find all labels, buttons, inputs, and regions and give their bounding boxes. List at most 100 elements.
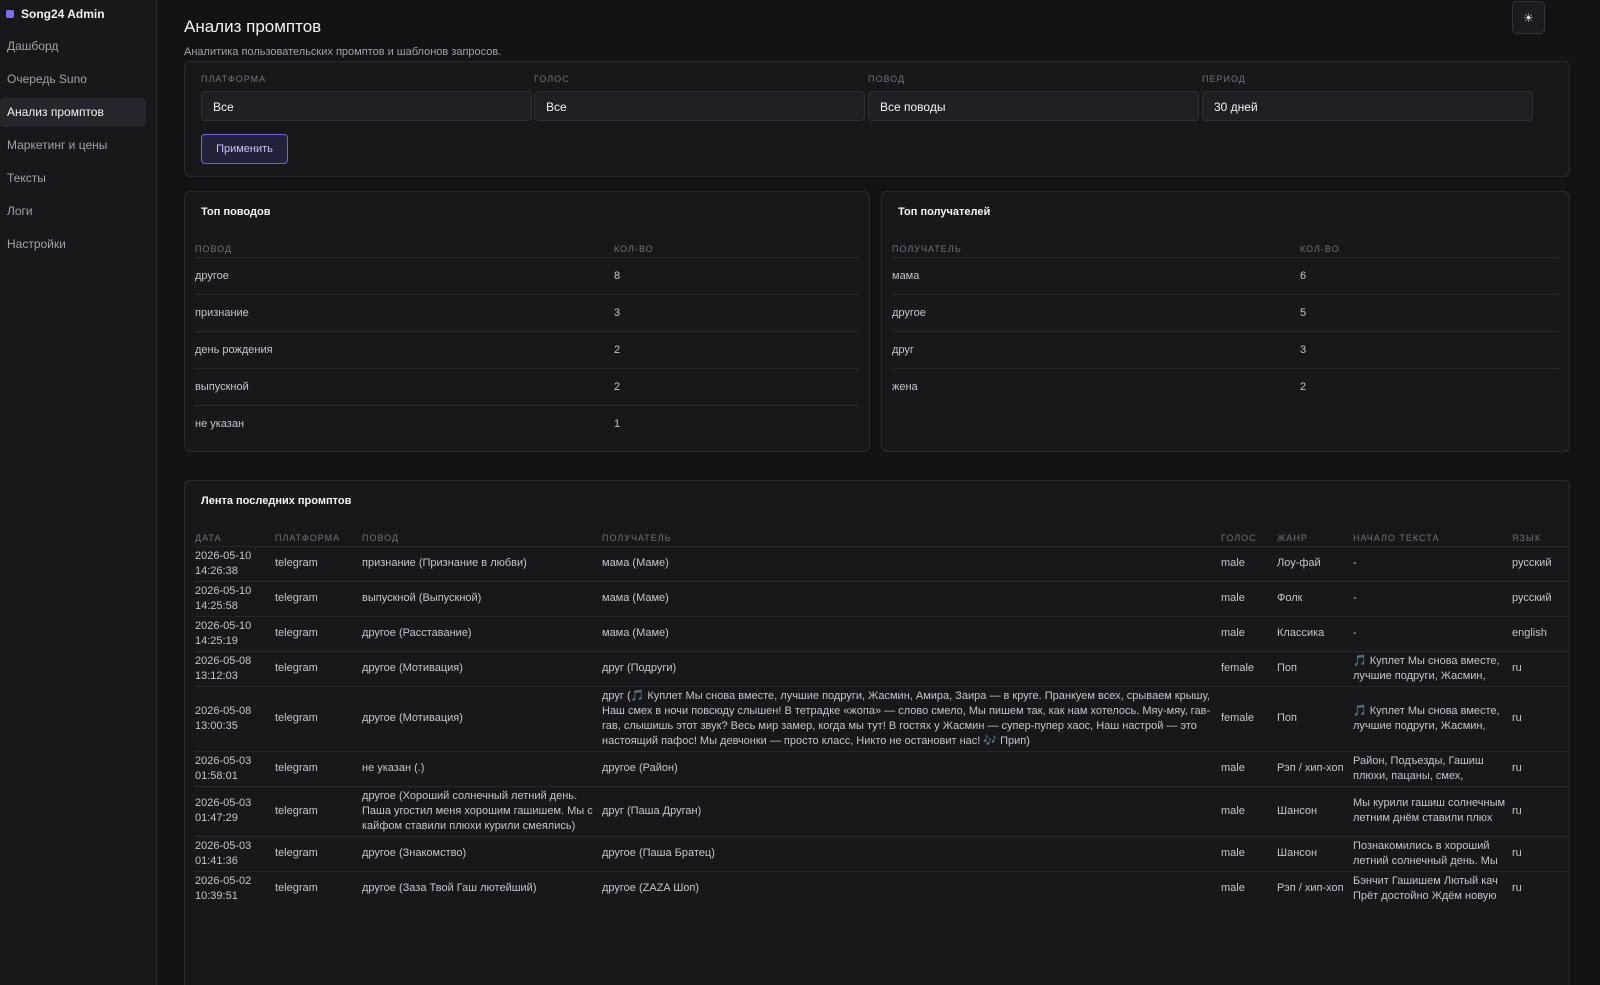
- occasion-select[interactable]: Все поводы: [868, 91, 1199, 121]
- recipient-cell: мама: [892, 256, 1300, 294]
- occasion-filter-label: Повод: [868, 74, 906, 84]
- brand-logo-icon: [6, 10, 14, 18]
- count-cell: 8: [614, 256, 859, 294]
- table-row: признание 3: [195, 293, 859, 331]
- occasion-cell: другое (Расставание): [362, 615, 602, 651]
- date-cell: 2026-05-08 13:00:35: [195, 685, 275, 751]
- occasion-cell: другое (Хороший солнечный летний день. П…: [362, 785, 602, 836]
- column-header-recipient: Получатель: [602, 532, 672, 543]
- genre-cell: Поп: [1277, 650, 1353, 686]
- apply-button[interactable]: Применить: [201, 134, 288, 164]
- voice-cell: male: [1221, 580, 1277, 616]
- occasion-cell: выпускной (Выпускной): [362, 580, 602, 616]
- recipient-cell: друг: [892, 330, 1300, 368]
- platform-filter-label: Платформа: [201, 74, 267, 84]
- count-cell: 1: [614, 404, 859, 442]
- occasion-cell: выпускной: [195, 367, 614, 405]
- recipient-cell: другое: [892, 293, 1300, 331]
- table-row: день рождения 2: [195, 330, 859, 368]
- text-start-cell: -: [1353, 580, 1512, 616]
- platform-select[interactable]: Все: [201, 91, 532, 121]
- language-cell: ru: [1512, 685, 1568, 751]
- table-row: мама 6: [892, 256, 1559, 294]
- period-filter-label: Период: [1202, 74, 1246, 84]
- platform-cell: telegram: [275, 835, 362, 871]
- column-header-text-start: Начало текста: [1353, 532, 1440, 543]
- voice-cell: male: [1221, 835, 1277, 871]
- count-cell: 2: [614, 367, 859, 405]
- genre-cell: Классика: [1277, 615, 1353, 651]
- platform-cell: telegram: [275, 685, 362, 751]
- column-header-genre: Жанр: [1277, 532, 1308, 543]
- platform-cell: telegram: [275, 650, 362, 686]
- occasion-cell: не указан (.): [362, 750, 602, 786]
- column-header-occasion: Повод: [195, 243, 233, 254]
- recipient-cell: другое (ZAZA Шоп): [602, 870, 1221, 906]
- table-row: 2026-05-10 14:26:38 telegram признание (…: [195, 545, 1568, 581]
- sidebar-item-marketing[interactable]: Маркетинг и цены: [0, 131, 146, 160]
- language-cell: ru: [1512, 650, 1568, 686]
- occasion-cell: признание: [195, 293, 614, 331]
- platform-filter: Платформа Все: [201, 74, 532, 121]
- date-cell: 2026-05-10 14:25:19: [195, 615, 275, 651]
- language-cell: ru: [1512, 750, 1568, 786]
- brand: Song24 Admin: [0, 0, 156, 28]
- platform-cell: telegram: [275, 785, 362, 836]
- theme-toggle-button[interactable]: ☀: [1512, 1, 1545, 34]
- sidebar-item-texts[interactable]: Тексты: [0, 164, 146, 193]
- sidebar-item-settings[interactable]: Настройки: [0, 230, 146, 259]
- filters-panel: Платформа Все Голос Все Повод Все поводы…: [184, 61, 1570, 177]
- table-row: 2026-05-03 01:58:01 telegram не указан (…: [195, 750, 1568, 786]
- sidebar-item-dashboard[interactable]: Дашборд: [0, 32, 146, 61]
- count-cell: 2: [1300, 367, 1559, 405]
- occasion-cell: другое: [195, 256, 614, 294]
- page-title: Анализ промптов: [184, 17, 322, 36]
- top-occasions-table: Повод Кол-во другое 8 признание 3 день р…: [195, 242, 859, 442]
- prompt-feed-title: Лента последних промптов: [201, 495, 352, 507]
- count-cell: 3: [1300, 330, 1559, 368]
- recipient-cell: мама (Маме): [602, 545, 1221, 581]
- text-start-cell: Бэнчит Гашишем Лютый кач Прёт достойно Ж…: [1353, 870, 1512, 906]
- sidebar-item-suno-queue[interactable]: Очередь Suno: [0, 65, 146, 94]
- table-row: 2026-05-03 01:41:36 telegram другое (Зна…: [195, 835, 1568, 871]
- date-cell: 2026-05-08 13:12:03: [195, 650, 275, 686]
- top-occasions-card: Топ поводов Повод Кол-во другое 8 призна…: [184, 191, 870, 452]
- genre-cell: Лоу-фай: [1277, 545, 1353, 581]
- text-start-cell: 🎵 Куплет Мы снова вместе, лучшие подруги…: [1353, 650, 1512, 686]
- language-cell: русский: [1512, 545, 1568, 581]
- occasion-cell: другое (Заза Твой Гаш лютейший): [362, 870, 602, 906]
- count-cell: 6: [1300, 256, 1559, 294]
- genre-cell: Поп: [1277, 685, 1353, 751]
- sidebar-item-logs[interactable]: Логи: [0, 197, 146, 226]
- table-row: 2026-05-10 14:25:19 telegram другое (Рас…: [195, 615, 1568, 651]
- column-header-count: Кол-во: [614, 243, 654, 254]
- language-cell: ru: [1512, 870, 1568, 906]
- date-cell: 2026-05-03 01:47:29: [195, 785, 275, 836]
- genre-cell: Рэп / хип-хоп: [1277, 750, 1353, 786]
- table-row: другое 5: [892, 293, 1559, 331]
- language-cell: русский: [1512, 580, 1568, 616]
- top-recipients-table: Получатель Кол-во мама 6 другое 5 друг 3: [892, 242, 1559, 405]
- voice-cell: female: [1221, 650, 1277, 686]
- voice-filter: Голос Все: [534, 74, 865, 121]
- recipient-cell: мама (Маме): [602, 615, 1221, 651]
- count-cell: 5: [1300, 293, 1559, 331]
- column-header-date: Дата: [195, 532, 222, 543]
- genre-cell: Рэп / хип-хоп: [1277, 870, 1353, 906]
- sidebar-item-prompt-analysis[interactable]: Анализ промптов: [0, 98, 146, 127]
- table-row: 2026-05-10 14:25:58 telegram выпускной (…: [195, 580, 1568, 616]
- period-select[interactable]: 30 дней: [1202, 91, 1533, 121]
- platform-cell: telegram: [275, 870, 362, 906]
- genre-cell: Шансон: [1277, 785, 1353, 836]
- table-row: 2026-05-02 10:39:51 telegram другое (Заз…: [195, 870, 1568, 906]
- column-header-platform: Платформа: [275, 532, 341, 543]
- language-cell: ru: [1512, 785, 1568, 836]
- platform-cell: telegram: [275, 750, 362, 786]
- voice-select[interactable]: Все: [534, 91, 865, 121]
- text-start-cell: 🎵 Куплет Мы снова вместе, лучшие подруги…: [1353, 685, 1512, 751]
- text-start-cell: Район, Подъезды, Гашиш плюхи, пацаны, см…: [1353, 750, 1512, 786]
- recipient-cell: друг (Паша Друган): [602, 785, 1221, 836]
- occasion-cell: не указан: [195, 404, 614, 442]
- column-header-count: Кол-во: [1300, 243, 1340, 254]
- occasion-cell: день рождения: [195, 330, 614, 368]
